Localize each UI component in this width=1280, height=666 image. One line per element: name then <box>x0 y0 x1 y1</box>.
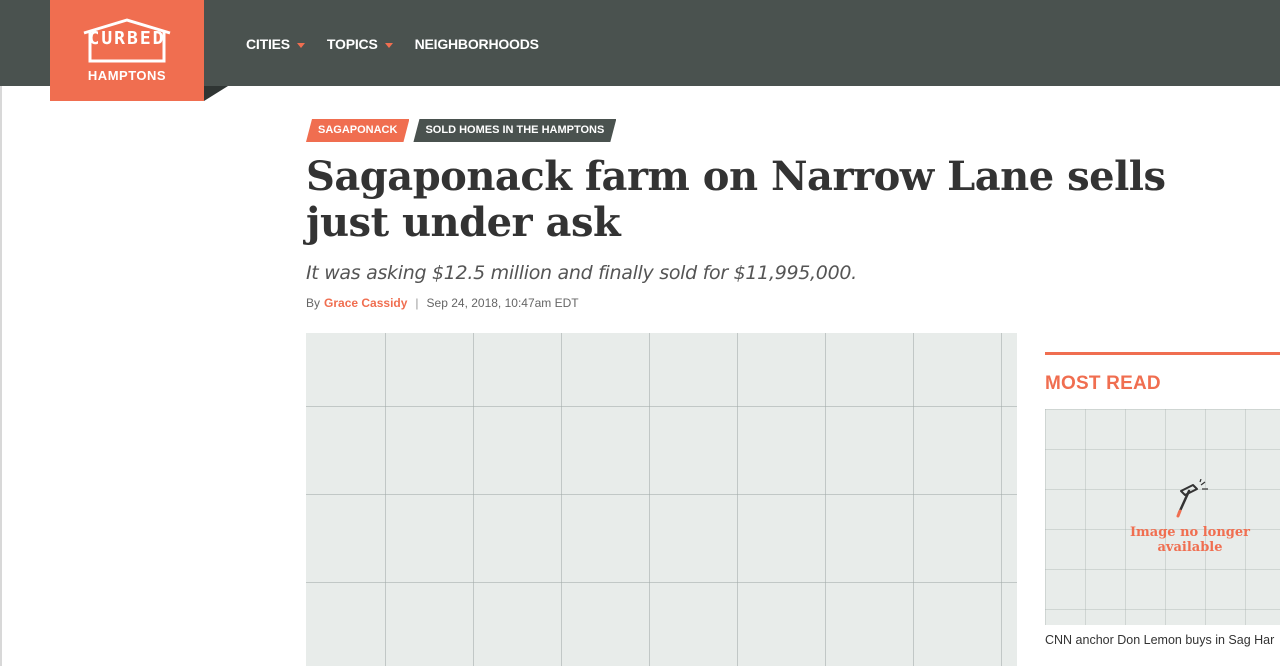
article-tags: SAGAPONACK SOLD HOMES IN THE HAMPTONS <box>306 119 620 142</box>
nav-item-label: CITIES <box>246 36 290 52</box>
logo-city-name: HAMPTONS <box>87 68 167 83</box>
sidebar-accent-rule <box>1045 352 1280 355</box>
most-read-thumbnail[interactable]: Image no longer available <box>1045 409 1280 625</box>
byline: By Grace Cassidy | Sep 24, 2018, 10:47am… <box>306 296 579 310</box>
caret-down-icon <box>384 42 393 48</box>
lead-image-placeholder <box>306 333 1017 666</box>
article-headline: Sagaponack farm on Narrow Lane sells jus… <box>306 153 1166 246</box>
most-read-sidebar: MOST READ Image no longer available CNN … <box>1045 352 1280 647</box>
article-timestamp: Sep 24, 2018, 10:47am EDT <box>426 296 579 310</box>
logo-fold-shadow <box>204 86 228 101</box>
byline-prefix: By <box>306 296 321 310</box>
page-edge-divider <box>0 86 2 666</box>
nav-item-label: TOPICS <box>326 36 378 52</box>
page: CURBED HAMPTONS CITIES TOPICS NEIGHBORHO… <box>0 0 1280 666</box>
most-read-story-link[interactable]: CNN anchor Don Lemon buys in Sag Har <box>1045 633 1280 647</box>
hammer-icon <box>1176 479 1208 518</box>
main-nav: CITIES TOPICS NEIGHBORHOODS <box>246 34 561 54</box>
sidebar-title: MOST READ <box>1045 373 1161 394</box>
article-dek: It was asking $12.5 million and finally … <box>306 262 857 284</box>
author-link[interactable]: Grace Cassidy <box>324 296 407 310</box>
byline-separator: | <box>415 296 419 310</box>
nav-item-neighborhoods[interactable]: NEIGHBORHOODS <box>415 36 539 52</box>
caret-down-icon <box>296 42 305 48</box>
logo-wordmark: CURBED <box>88 28 166 49</box>
nav-item-label: NEIGHBORHOODS <box>414 36 539 52</box>
tag-sagaponack[interactable]: SAGAPONACK <box>306 119 409 142</box>
image-unavailable-text: Image no longer available <box>1129 525 1251 555</box>
tag-sold-homes[interactable]: SOLD HOMES IN THE HAMPTONS <box>413 119 616 142</box>
nav-item-cities[interactable]: CITIES <box>246 36 305 52</box>
nav-item-topics[interactable]: TOPICS <box>327 36 393 52</box>
